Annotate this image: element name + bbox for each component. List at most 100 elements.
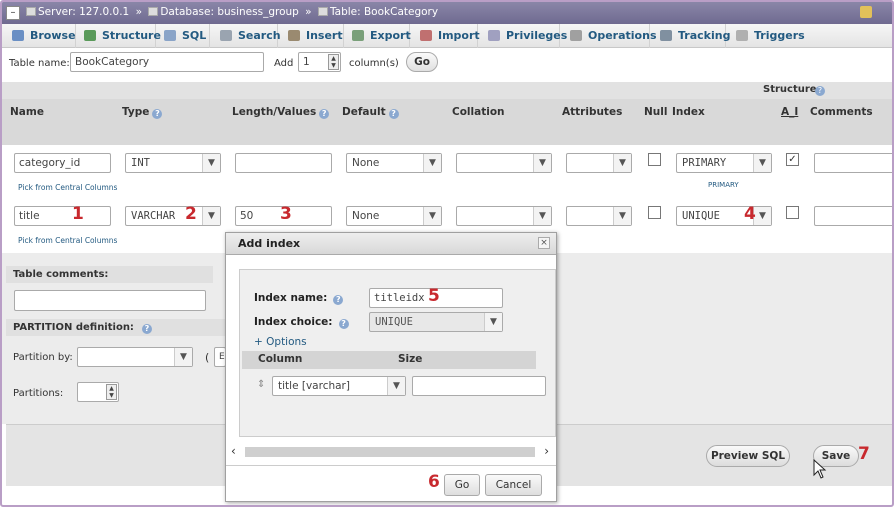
tab-import[interactable]: Import [416,24,480,48]
tab-browse[interactable]: Browse [8,24,76,48]
tab-structure[interactable]: Structure [80,24,161,48]
default-value: None [352,210,380,222]
length-input[interactable] [235,153,332,173]
partitions-stepper[interactable]: ▲ ▼ [77,382,119,402]
tab-privileges[interactable]: Privileges [484,24,567,48]
chevron-down-icon: ▼ [387,377,405,395]
export-icon [352,30,364,41]
help-icon[interactable]: ? [338,319,349,329]
table-name-input[interactable]: BookCategory [70,52,264,72]
breadcrumb-database[interactable]: Database: business_group [160,6,298,18]
index-column-select[interactable]: title [varchar] ▼ [272,376,406,396]
preview-sql-button[interactable]: Preview SQL [706,445,790,467]
collapse-menu-icon[interactable]: – [6,6,20,20]
attributes-select[interactable]: ▼ [566,206,632,226]
help-icon[interactable]: ? [319,109,330,119]
index-choice-select[interactable]: UNIQUE ▼ [369,312,503,332]
add-columns-stepper[interactable]: 1 ▲ ▼ [298,52,341,72]
column-name-input[interactable]: category_id [14,153,111,173]
index-size-input[interactable] [412,376,546,396]
type-select[interactable]: INT ▼ [125,153,221,173]
partition-title: PARTITION definition: [13,322,134,333]
stepper-icon[interactable]: ▲ ▼ [328,54,339,70]
attributes-select[interactable]: ▼ [566,153,632,173]
search-icon [220,30,232,41]
table-row: category_id Pick from Central Columns IN… [2,145,892,199]
add-columns-count: 1 [303,56,310,68]
operations-icon [570,30,582,41]
auto-increment-checkbox[interactable]: ✓ [786,153,799,166]
add-columns-go-button[interactable]: Go [406,52,438,72]
lock-icon[interactable] [860,6,872,18]
breadcrumb-server[interactable]: Server: 127.0.0.1 [38,6,129,18]
size-header: Size [398,353,423,365]
index-choice-label: Index choice:? [254,316,349,329]
privileges-icon [488,30,500,41]
help-icon[interactable]: ? [152,109,163,119]
tab-label: Triggers [754,29,805,42]
comments-input[interactable] [814,153,892,173]
central-columns-link[interactable]: Pick from Central Columns [18,236,117,245]
drag-handle-icon[interactable]: ⇕ [257,379,265,390]
help-icon[interactable]: ? [388,109,399,119]
index-select[interactable]: UNIQUE ▼ [676,206,772,226]
breadcrumb-bar: – Server: 127.0.0.1 » Database: business… [2,2,892,24]
help-icon[interactable]: ? [333,295,344,305]
comments-input[interactable] [814,206,892,226]
triggers-icon [736,30,748,41]
type-value: VARCHAR [131,210,176,222]
close-icon[interactable]: × [538,237,550,249]
annotation-7: 7 [858,444,870,464]
partition-by-select[interactable]: ▼ [77,347,193,367]
tab-export[interactable]: Export [348,24,411,48]
database-icon [148,7,159,16]
tracking-icon [660,30,672,41]
tab-label: Privileges [506,29,568,42]
help-icon[interactable]: ? [141,324,152,334]
tab-sql[interactable]: SQL [160,24,210,48]
breadcrumb: Server: 127.0.0.1 » Database: business_g… [26,6,438,18]
tab-triggers[interactable]: Triggers [732,24,805,48]
options-link[interactable]: + Options [254,336,307,348]
partitions-label: Partitions: [13,388,64,399]
mouse-cursor-icon [813,459,827,479]
tab-search[interactable]: Search [216,24,281,48]
dialog-go-button[interactable]: Go [444,474,480,496]
collation-select[interactable]: ▼ [456,153,552,173]
help-icon[interactable]: ? [815,86,825,96]
structure-label: Structure [763,84,817,95]
default-select[interactable]: None ▼ [346,206,442,226]
chevron-right-icon[interactable]: › [544,444,549,458]
table-comments-input[interactable] [14,290,206,311]
tab-tracking[interactable]: Tracking [656,24,730,48]
chevron-down-icon: ▼ [484,313,502,331]
chevron-down-icon: ▼ [533,154,551,172]
breadcrumb-table[interactable]: Table: BookCategory [330,6,438,18]
chevron-left-icon[interactable]: ‹ [231,444,236,458]
dialog-title-text: Add index [238,237,301,250]
tab-insert[interactable]: Insert [284,24,344,48]
header-default: Default? [342,106,399,119]
collation-select[interactable]: ▼ [456,206,552,226]
dialog-cancel-button[interactable]: Cancel [485,474,542,496]
tab-label: Tracking [678,29,731,42]
scrollbar-track[interactable] [245,447,535,457]
chevron-down-icon: ▼ [753,154,771,172]
null-checkbox[interactable] [648,153,661,166]
auto-increment-checkbox[interactable] [786,206,799,219]
null-checkbox[interactable] [648,206,661,219]
column-name-input[interactable]: title [14,206,111,226]
tab-operations[interactable]: Operations [566,24,657,48]
index-select[interactable]: PRIMARY ▼ [676,153,772,173]
partition-paren: ( [205,351,210,364]
stepper-icon[interactable]: ▲ ▼ [106,384,117,400]
insert-icon [288,30,300,41]
index-value: UNIQUE [682,210,720,222]
annotation-6: 6 [428,472,440,492]
horizontal-scrollbar[interactable]: ‹ › [227,444,555,460]
tab-label: Search [238,29,281,42]
default-select[interactable]: None ▼ [346,153,442,173]
central-columns-link[interactable]: Pick from Central Columns [18,183,117,192]
type-select[interactable]: VARCHAR ▼ [125,206,221,226]
chevron-down-icon: ▼ [613,154,631,172]
